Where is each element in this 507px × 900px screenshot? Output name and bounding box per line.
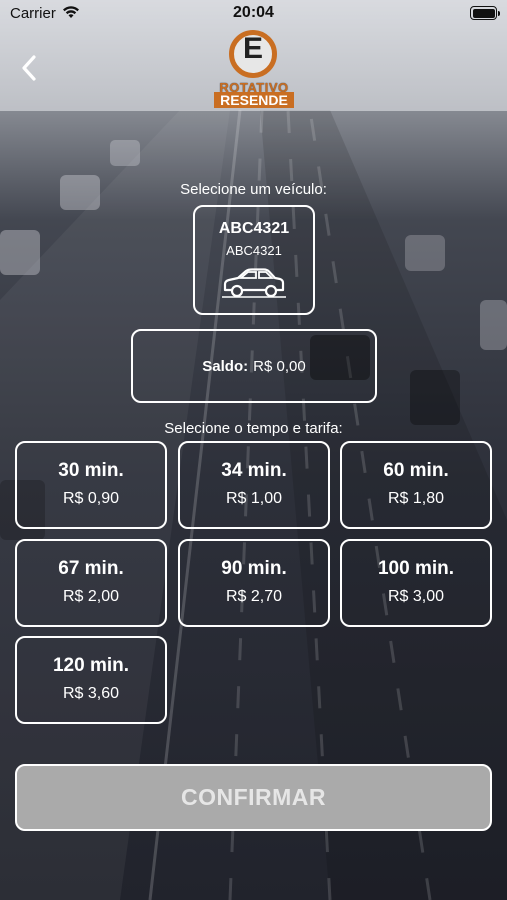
rate-price: R$ 1,80 <box>387 490 445 507</box>
chevron-left-icon <box>22 55 36 81</box>
balance-display: Saldo: R$ 0,00 <box>131 329 377 403</box>
rate-price: R$ 1,00 <box>225 490 283 507</box>
rate-price: R$ 0,90 <box>62 490 120 507</box>
rate-option-120[interactable]: 120 min. R$ 3,60 <box>15 636 167 724</box>
balance-label: Saldo: <box>202 357 249 375</box>
vehicle-plate: ABC4321 <box>218 220 290 237</box>
rate-option-67[interactable]: 67 min. R$ 2,00 <box>15 539 167 627</box>
rate-price: R$ 3,60 <box>62 685 120 702</box>
car-icon <box>222 268 286 298</box>
logo-line2: RESENDE <box>214 92 294 108</box>
rate-time: 67 min. <box>58 558 124 579</box>
vehicle-section-label: Selecione um veículo: <box>180 181 327 198</box>
confirm-button[interactable]: CONFIRMAR <box>15 764 492 831</box>
app-logo: E ROTATIVO RESENDE <box>212 28 296 110</box>
rate-option-90[interactable]: 90 min. R$ 2,70 <box>178 539 330 627</box>
rates-section-label: Selecione o tempo e tarifa: <box>164 420 343 437</box>
rate-price: R$ 2,70 <box>225 588 283 605</box>
rate-option-100[interactable]: 100 min. R$ 3,00 <box>340 539 492 627</box>
rate-time: 90 min. <box>221 558 287 579</box>
rate-time: 60 min. <box>383 460 449 481</box>
rate-option-60[interactable]: 60 min. R$ 1,80 <box>340 441 492 529</box>
rate-time: 34 min. <box>221 460 287 481</box>
rate-price: R$ 2,00 <box>62 588 120 605</box>
battery-icon <box>470 6 500 20</box>
balance-value: R$ 0,00 <box>253 357 306 375</box>
rate-option-34[interactable]: 34 min. R$ 1,00 <box>178 441 330 529</box>
rate-time: 30 min. <box>58 460 124 481</box>
back-button[interactable] <box>14 52 44 84</box>
status-bar: Carrier 20:04 <box>0 0 507 28</box>
clock: 20:04 <box>233 4 274 21</box>
vehicle-subtitle: ABC4321 <box>226 243 282 258</box>
vehicle-card[interactable]: ABC4321 ABC4321 <box>193 205 315 315</box>
rate-option-30[interactable]: 30 min. R$ 0,90 <box>15 441 167 529</box>
rate-time: 120 min. <box>52 655 130 676</box>
logo-letter: E <box>242 32 263 65</box>
rate-price: R$ 3,00 <box>387 588 445 605</box>
rate-time: 100 min. <box>377 558 455 579</box>
